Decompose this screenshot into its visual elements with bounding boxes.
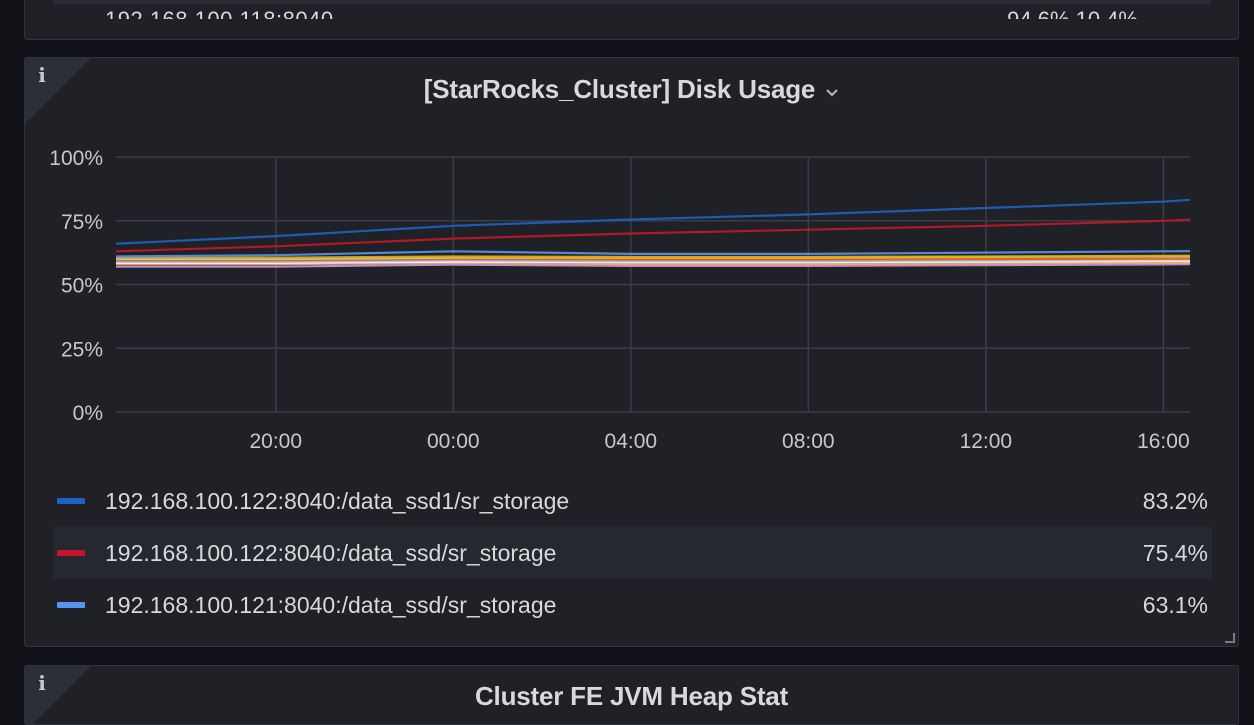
previous-row-label: 192.168.100.118:8040 — [105, 9, 334, 19]
previous-panel: 192.168.100.118:8040 94.6% 10.4% — [24, 0, 1239, 40]
legend-item[interactable]: 192.168.100.121:8040:/data_ssd/sr_storag… — [53, 579, 1212, 631]
legend-label: 192.168.100.121:8040:/data_ssd/sr_storag… — [105, 591, 557, 618]
y-tick-label: 0% — [73, 402, 103, 425]
legend-label: 192.168.100.122:8040:/data_ssd/sr_storag… — [105, 539, 557, 566]
legend-swatch — [57, 602, 85, 608]
legend-value: 63.1% — [1142, 591, 1208, 618]
x-tick-label: 20:00 — [249, 430, 302, 453]
legend: 192.168.100.122:8040:/data_ssd1/sr_stora… — [53, 475, 1212, 631]
disk-usage-chart[interactable]: 0% 25% 50% 75% 100% 20:00 00:00 04:00 08:00 12:00… — [25, 58, 1239, 458]
previous-row-values: 94.6% 10.4% — [1007, 9, 1138, 19]
previous-table-row — [53, 0, 1211, 4]
y-tick-label: 100% — [49, 147, 103, 170]
legend-value: 75.4% — [1142, 539, 1208, 566]
legend-swatch — [57, 498, 85, 504]
jvm-heap-panel: i Cluster FE JVM Heap Stat — [24, 665, 1239, 725]
legend-item[interactable]: 192.168.100.122:8040:/data_ssd/sr_storag… — [53, 527, 1212, 579]
x-tick-label: 08:00 — [782, 430, 835, 453]
legend-value: 83.2% — [1142, 487, 1208, 514]
y-tick-label: 25% — [61, 338, 103, 361]
panel-title: Cluster FE JVM Heap Stat — [474, 681, 789, 711]
legend-label: 192.168.100.122:8040:/data_ssd1/sr_stora… — [105, 487, 570, 514]
disk-usage-panel: i [StarRocks_Cluster] Disk Usage 0% 25% 50… — [24, 57, 1239, 647]
y-tick-label: 75% — [61, 211, 103, 234]
x-tick-label: 16:00 — [1137, 430, 1190, 453]
x-tick-label: 00:00 — [427, 430, 480, 453]
legend-item[interactable]: 192.168.100.122:8040:/data_ssd1/sr_stora… — [53, 475, 1212, 527]
x-tick-label: 04:00 — [605, 430, 658, 453]
x-tick-label: 12:00 — [960, 430, 1013, 453]
legend-swatch — [57, 550, 85, 556]
y-tick-label: 50% — [61, 275, 103, 298]
resize-handle[interactable] — [1225, 633, 1235, 643]
series-line — [115, 198, 1191, 245]
